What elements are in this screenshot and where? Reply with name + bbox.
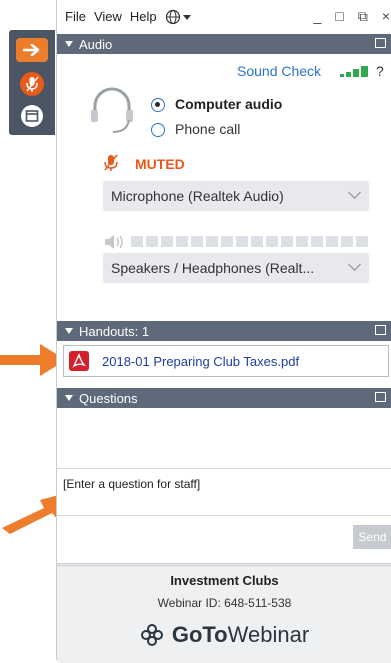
chevron-down-icon [348, 186, 361, 199]
phone-call-radio[interactable] [151, 123, 165, 137]
question-input[interactable]: [Enter a question for staff] [57, 468, 391, 516]
window-icon [21, 105, 43, 127]
handouts-header[interactable]: Handouts: 1 [57, 321, 391, 341]
microphone-select[interactable]: Microphone (Realtek Audio) [103, 181, 369, 211]
handouts-header-label: Handouts: 1 [79, 323, 150, 339]
send-button[interactable]: Send [353, 525, 391, 549]
globe-icon [165, 9, 180, 24]
microphone-select-value: Microphone (Realtek Audio) [111, 188, 284, 204]
headset-icon [91, 87, 133, 133]
menu-file[interactable]: File [65, 9, 86, 24]
maximize-button[interactable]: □ [335, 8, 343, 25]
show-hide-panel-button[interactable] [16, 38, 48, 62]
brand-light: Webinar [227, 622, 310, 647]
collapse-triangle-icon [65, 41, 73, 47]
collapse-triangle-icon [65, 328, 73, 334]
muted-label: MUTED [135, 156, 185, 172]
webinar-id: Webinar ID: 648-511-538 [157, 596, 292, 610]
popout-icon[interactable] [375, 392, 386, 402]
gotowebinar-logo-icon [140, 624, 163, 646]
close-button[interactable]: × [382, 8, 390, 25]
speaker-level-meter [131, 236, 368, 247]
pdf-icon [69, 351, 89, 371]
audio-header[interactable]: Audio [57, 34, 391, 54]
restore-button[interactable]: ⧉ [358, 8, 368, 25]
signal-strength-icon [340, 66, 368, 77]
phone-call-label[interactable]: Phone call [175, 121, 240, 137]
screen-view-button[interactable] [16, 104, 48, 128]
gotowebinar-brand: GoTo Webinar [57, 622, 391, 648]
handout-link[interactable]: 2018-01 Preparing Club Taxes.pdf [102, 354, 299, 369]
minimize-button[interactable]: _ [314, 8, 322, 25]
sound-check-link[interactable]: Sound Check [237, 63, 321, 79]
menu-bar: File View Help _ □ ⧉ × [57, 0, 391, 33]
mic-muted-small-icon [104, 154, 118, 171]
mute-toggle-button[interactable] [16, 72, 48, 96]
webinar-title: Investment Clubs [170, 573, 279, 588]
menu-help[interactable]: Help [130, 9, 157, 24]
collapse-triangle-icon [65, 395, 73, 401]
popout-icon[interactable] [375, 38, 386, 48]
menu-view[interactable]: View [94, 9, 122, 24]
window-controls: _ □ ⧉ × [306, 8, 390, 25]
audio-header-label: Audio [79, 36, 113, 52]
mic-muted-icon [20, 72, 44, 96]
questions-header-label: Questions [79, 390, 138, 406]
speaker-select[interactable]: Speakers / Headphones (Realt... [103, 253, 369, 283]
audio-help-button[interactable]: ? [376, 63, 384, 79]
language-menu[interactable] [165, 9, 191, 25]
questions-header[interactable]: Questions [57, 388, 391, 408]
speaker-volume-icon [105, 235, 123, 249]
speaker-select-value: Speakers / Headphones (Realt... [111, 260, 315, 276]
control-strip [9, 30, 55, 135]
control-panel: File View Help _ □ ⧉ × Audio Sound Check [56, 0, 391, 663]
questions-log [57, 408, 391, 468]
caret-down-icon [182, 14, 191, 20]
question-input-placeholder: [Enter a question for staff] [63, 477, 201, 491]
arrow-right-icon [23, 44, 40, 56]
computer-audio-radio[interactable] [151, 98, 165, 112]
brand-bold: GoTo [171, 622, 228, 647]
handout-item[interactable]: 2018-01 Preparing Club Taxes.pdf [63, 345, 389, 377]
chevron-down-icon [348, 258, 361, 271]
popout-icon[interactable] [375, 325, 386, 335]
computer-audio-label[interactable]: Computer audio [175, 96, 282, 112]
